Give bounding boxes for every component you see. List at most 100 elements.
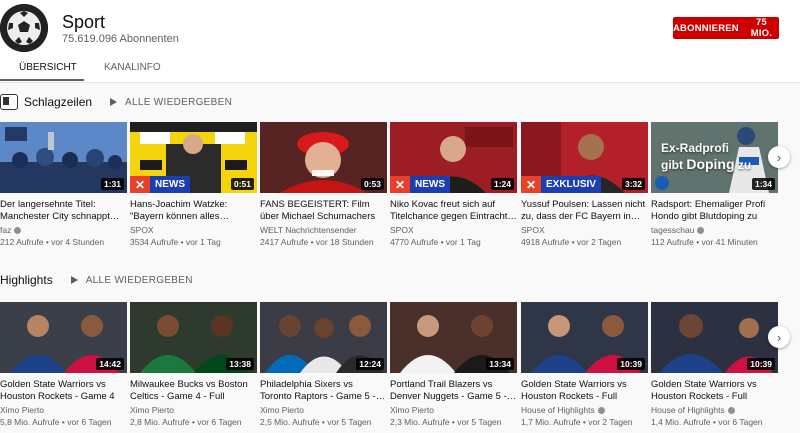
play-icon [110, 98, 118, 106]
video-channel-name: Ximo Pierto [0, 405, 44, 415]
video-thumbnail[interactable]: 13:38 [130, 302, 257, 373]
video-channel[interactable]: House of Highlights [521, 405, 648, 415]
video-title[interactable]: Golden State Warriors vs Houston Rockets… [0, 379, 127, 402]
video-channel[interactable]: faz [0, 225, 127, 235]
video-title[interactable]: FANS BEGEISTERT: Film über Michael Schum… [260, 199, 387, 222]
video-thumbnail[interactable]: Ex-Radprofi gibt Doping zu 1:34 [651, 122, 778, 193]
section-title[interactable]: Schlagzeilen [24, 95, 92, 109]
subscribe-label: ABONNIEREN [673, 22, 739, 34]
video-channel[interactable]: WELT Nachrichtensender [260, 225, 387, 235]
video-duration: 13:34 [486, 358, 514, 370]
channel-title: Sport [62, 12, 106, 32]
video-channel[interactable]: Ximo Pierto [260, 405, 387, 415]
video-card[interactable]: 10:39 Golden State Warriors vs Houston R… [651, 302, 778, 427]
chevron-right-icon: › [776, 329, 782, 345]
video-duration: 0:51 [230, 178, 254, 190]
next-arrow-button[interactable]: › [768, 146, 790, 168]
overlay-word: Doping [686, 156, 735, 172]
verified-icon [727, 406, 735, 414]
video-channel-name: WELT Nachrichtensender [260, 225, 357, 235]
section-header-highlights: Highlights ALLE WIEDERGEBEN [0, 271, 193, 289]
play-all-button[interactable]: ALLE WIEDERGEBEN [110, 97, 232, 108]
video-thumbnail[interactable]: ✕ EXKLUSIV 3:32 [521, 122, 648, 193]
video-thumbnail[interactable]: ✕ NEWS 1:24 [390, 122, 517, 193]
video-card[interactable]: Ex-Radprofi gibt Doping zu 1:34 Radsport… [651, 122, 778, 247]
next-arrow-button[interactable]: › [768, 326, 790, 348]
video-channel[interactable]: SPOX [521, 225, 648, 235]
video-channel[interactable]: tagesschau [651, 225, 778, 235]
video-channel[interactable]: Ximo Pierto [0, 405, 127, 415]
video-meta: 4918 Aufrufe • vor 2 Tagen [521, 237, 622, 247]
verified-icon [697, 226, 705, 234]
subscriber-count: 75.619.096 Abonnenten [62, 33, 179, 45]
channel-header: Sport 75.619.096 Abonnenten ABONNIEREN 7… [0, 0, 800, 82]
video-card[interactable]: 12:24 Philadelphia Sixers vs Toronto Rap… [260, 302, 387, 427]
video-title[interactable]: Yussuf Poulsen: Lassen nicht zu, dass de… [521, 199, 648, 222]
video-card[interactable]: 14:42 Golden State Warriors vs Houston R… [0, 302, 127, 427]
video-card[interactable]: ✕ NEWS 0:51 Hans-Joachim Watzke: "Bayern … [130, 122, 257, 247]
overlay-word: zu [734, 158, 752, 172]
video-title[interactable]: Philadelphia Sixers vs Toronto Raptors -… [260, 379, 387, 402]
video-thumbnail[interactable]: ✕ NEWS 0:51 [130, 122, 257, 193]
video-card[interactable]: ✕ EXKLUSIV 3:32 Yussuf Poulsen: Lassen ni… [521, 122, 648, 247]
video-title[interactable]: Golden State Warriors vs Houston Rockets… [651, 379, 778, 402]
video-channel-name: SPOX [521, 225, 545, 235]
video-card[interactable]: 13:38 Milwaukee Bucks vs Boston Celtics … [130, 302, 257, 427]
video-channel[interactable]: Ximo Pierto [130, 405, 257, 415]
chevron-right-icon: › [776, 149, 782, 165]
video-thumbnail[interactable]: 10:39 [651, 302, 778, 373]
video-card[interactable]: ✕ NEWS 1:24 Niko Kovac freut sich auf Tit… [390, 122, 517, 247]
video-channel[interactable]: SPOX [390, 225, 517, 235]
subscribe-count: 75 MIO. [750, 17, 773, 39]
video-thumbnail[interactable]: 1:31 [0, 122, 127, 193]
soccer-ball-icon [0, 4, 48, 52]
play-all-button[interactable]: ALLE WIEDERGEBEN [70, 275, 193, 286]
channel-avatar[interactable] [0, 4, 48, 52]
video-channel-name: Ximo Pierto [130, 405, 174, 415]
video-thumbnail[interactable]: 10:39 [521, 302, 648, 373]
video-title[interactable]: Portland Trail Blazers vs Denver Nuggets… [390, 379, 517, 402]
video-card[interactable]: 1:31 Der langersehnte Titel: Manchester … [0, 122, 127, 247]
header-divider [0, 82, 800, 83]
tab-overview[interactable]: ÜBERSICHT [19, 62, 77, 73]
video-meta: 4770 Aufrufe • vor 1 Tag [390, 237, 481, 247]
active-tab-indicator [0, 79, 84, 81]
section-title[interactable]: Highlights [0, 273, 53, 287]
video-card[interactable]: 0:53 FANS BEGEISTERT: Film über Michael … [260, 122, 387, 247]
video-card[interactable]: 13:34 Portland Trail Blazers vs Denver N… [390, 302, 517, 427]
video-channel-name: House of Highlights [521, 405, 595, 415]
verified-icon [597, 406, 605, 414]
video-thumbnail[interactable]: 14:42 [0, 302, 127, 373]
tab-about[interactable]: KANALINFO [104, 62, 161, 73]
subscribe-button[interactable]: ABONNIEREN 75 MIO. [673, 17, 779, 39]
section-header-headlines: Schlagzeilen ALLE WIEDERGEBEN [0, 93, 232, 111]
badge-label: NEWS [410, 176, 450, 193]
video-title[interactable]: Niko Kovac freut sich auf Titelchance ge… [390, 199, 517, 222]
video-meta: 2,5 Mio. Aufrufe • vor 5 Tagen [260, 417, 372, 427]
video-duration: 12:24 [356, 358, 384, 370]
video-duration: 1:34 [751, 178, 775, 190]
video-meta: 212 Aufrufe • vor 4 Stunden [0, 237, 105, 247]
video-channel[interactable]: Ximo Pierto [390, 405, 517, 415]
video-channel[interactable]: House of Highlights [651, 405, 778, 415]
video-card[interactable]: 10:39 Golden State Warriors vs Houston R… [521, 302, 648, 427]
video-meta: 3534 Aufrufe • vor 1 Tag [130, 237, 221, 247]
video-title[interactable]: Radsport: Ehemaliger Profi Hondo gibt Bl… [651, 199, 778, 222]
exclusive-badge: ✕ EXKLUSIV [521, 176, 602, 193]
video-duration: 0:53 [360, 178, 384, 190]
video-channel-name: faz [0, 225, 12, 235]
video-channel-name: Ximo Pierto [390, 405, 434, 415]
video-channel-name: House of Highlights [651, 405, 725, 415]
video-thumbnail[interactable]: 12:24 [260, 302, 387, 373]
video-title[interactable]: Milwaukee Bucks vs Boston Celtics - Game… [130, 379, 257, 402]
video-duration: 10:39 [617, 358, 645, 370]
thumbnail-overlay-text: Ex-Radprofi gibt Doping zu [661, 140, 751, 173]
video-meta: 2417 Aufrufe • vor 18 Stunden [260, 237, 374, 247]
video-title[interactable]: Hans-Joachim Watzke: "Bayern können alle… [130, 199, 257, 222]
video-thumbnail[interactable]: 0:53 [260, 122, 387, 193]
video-thumbnail[interactable]: 13:34 [390, 302, 517, 373]
video-title[interactable]: Der langersehnte Titel: Manchester City … [0, 199, 127, 222]
video-channel[interactable]: SPOX [130, 225, 257, 235]
badge-label: NEWS [150, 176, 190, 193]
video-title[interactable]: Golden State Warriors vs Houston Rockets… [521, 379, 648, 402]
